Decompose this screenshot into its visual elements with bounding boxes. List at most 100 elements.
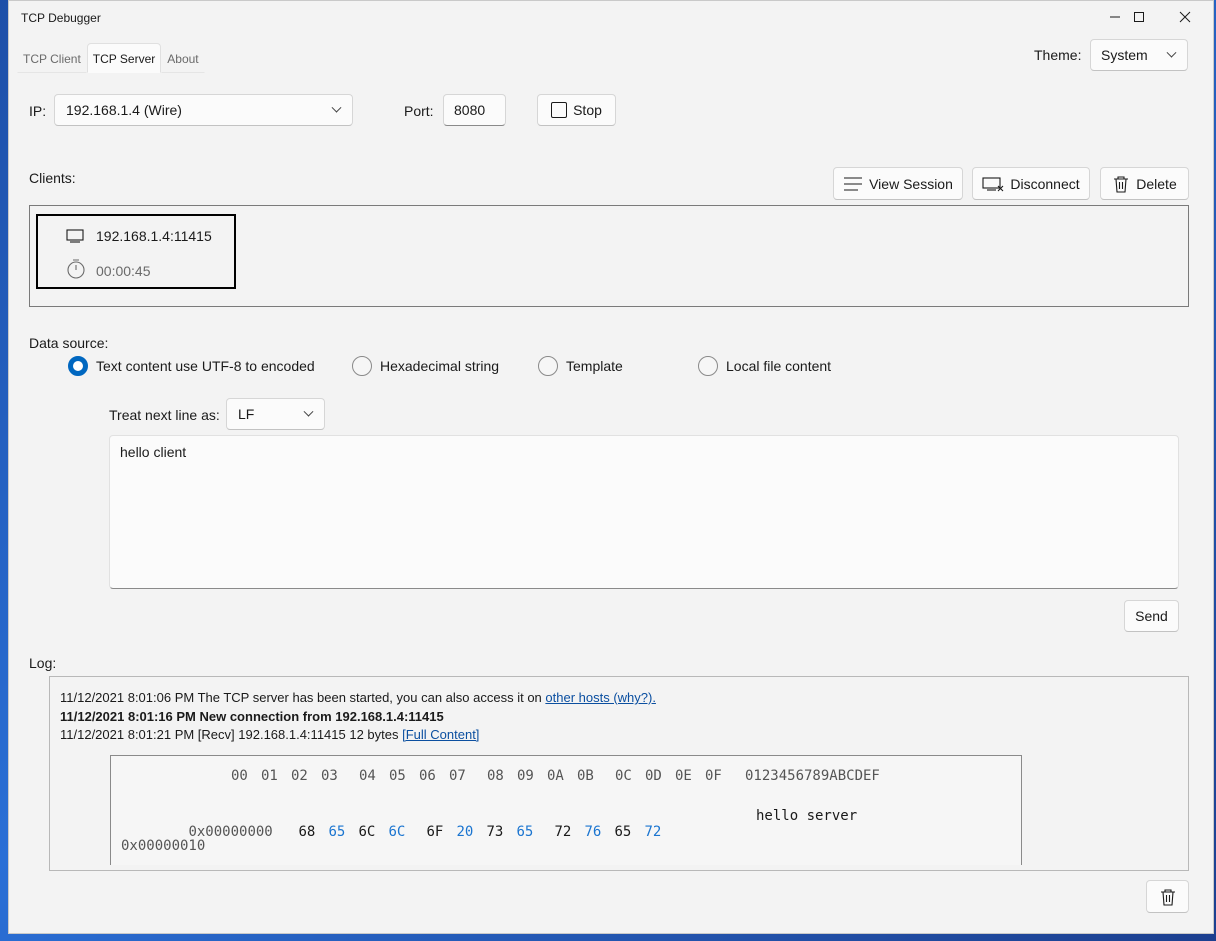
theme-value: System [1101,47,1148,63]
client-duration: 00:00:45 [96,263,151,279]
ip-label: IP: [29,103,47,119]
clients-list: 192.168.1.4:11415 00:00:45 [29,205,1189,307]
hex-byte: 01 [261,768,278,784]
hex-byte: 73 [486,824,504,840]
radio-local-file[interactable]: Local file content [698,356,831,376]
disconnect-button[interactable]: Disconnect [972,167,1090,200]
tab-bar: TCP Client TCP Server About [17,43,205,73]
hex-byte: 03 [321,768,338,784]
client-item[interactable]: 192.168.1.4:11415 00:00:45 [36,214,236,289]
log-panel: 11/12/2021 8:01:06 PM The TCP server has… [49,676,1189,871]
message-textarea[interactable]: hello client [109,435,1179,589]
hex-byte: 0A [547,768,564,784]
theme-select[interactable]: System [1090,39,1188,71]
clear-log-button[interactable] [1146,880,1189,913]
port-value: 8080 [454,102,486,118]
trash-icon [1160,888,1175,906]
hex-byte: 0C [615,768,632,784]
close-icon [1179,11,1191,23]
hex-byte: 72 [644,824,662,840]
log-entry: 11/12/2021 8:01:06 PM The TCP server has… [60,690,656,705]
app-window: TCP Debugger TCP Client TCP Server About… [8,0,1214,934]
hex-byte: 05 [389,768,406,784]
hex-byte: 08 [487,768,504,784]
hex-byte: 0E [675,768,692,784]
hex-byte: 76 [584,824,602,840]
ip-select[interactable]: 192.168.1.4 (Wire) [54,94,353,126]
tab-tcp-client[interactable]: TCP Client [17,43,87,73]
port-label: Port: [404,103,434,119]
hex-header: 00 01 02 03 04 05 06 07 08 09 0A 0B 0C 0D 0E 0F 01234567… [231,768,880,784]
send-button[interactable]: Send [1124,600,1179,632]
newline-select[interactable]: LF [226,398,325,430]
data-source-label: Data source: [29,335,109,351]
hex-byte: 00 [231,768,248,784]
tab-tcp-server[interactable]: TCP Server [86,43,162,73]
port-input[interactable]: 8080 [443,94,506,126]
tab-about[interactable]: About [161,43,205,73]
clients-label: Clients: [29,170,76,186]
hex-byte: 09 [517,768,534,784]
radio-label: Hexadecimal string [380,358,500,374]
log-entry-text: 11/12/2021 8:01:21 PM [Recv] 192.168.1.4… [60,727,403,742]
disconnect-label: Disconnect [1010,175,1080,192]
list-icon [844,176,863,191]
radio-icon [698,356,718,376]
stop-icon [551,102,568,118]
close-button[interactable] [1162,1,1208,33]
hex-byte: 0F [705,768,722,784]
newline-label: Treat next line as: [109,407,220,423]
hex-bytes: 68 65 6C 6C 6F 20 73 65 72 76 65 72 [298,824,674,840]
monitor-icon [66,229,84,243]
delete-button[interactable]: Delete [1100,167,1189,200]
ip-value: 192.168.1.4 (Wire) [66,102,182,118]
hex-byte: 0D [645,768,662,784]
radio-label: Text content use UTF-8 to encoded [96,358,315,374]
disconnect-monitor-icon [982,176,1004,191]
log-entry-text: 11/12/2021 8:01:06 PM The TCP server has… [60,690,546,705]
radio-hex-string[interactable]: Hexadecimal string [352,356,499,376]
hex-byte: 6F [426,824,444,840]
hex-byte: 65 [614,824,632,840]
trash-icon [1114,175,1129,193]
radio-template[interactable]: Template [538,356,623,376]
hex-byte: 02 [291,768,308,784]
window-title: TCP Debugger [21,11,101,25]
newline-value: LF [238,406,255,422]
hex-byte: 65 [328,824,346,840]
radio-text-utf8[interactable]: Text content use UTF-8 to encoded [68,356,315,376]
hex-offset: 0x00000010 [121,838,206,854]
hex-byte: 20 [456,824,474,840]
theme-label: Theme: [1034,47,1082,63]
radio-icon [352,356,372,376]
radio-selected-icon [68,356,88,376]
radio-icon [538,356,558,376]
stop-button[interactable]: Stop [537,94,616,126]
other-hosts-link[interactable]: other hosts (why?). [545,690,656,705]
full-content-link[interactable]: [Full Content] [402,727,479,742]
hex-byte: 72 [554,824,572,840]
log-label: Log: [29,655,57,671]
log-entry: 11/12/2021 8:01:21 PM [Recv] 192.168.1.4… [60,727,479,742]
hex-byte: 65 [516,824,534,840]
hex-byte: 68 [298,824,316,840]
stop-label: Stop [573,102,602,118]
maximize-button[interactable] [1116,1,1162,33]
stopwatch-icon [67,259,85,279]
delete-label: Delete [1136,175,1177,192]
client-address: 192.168.1.4:11415 [96,228,212,244]
hex-byte: 06 [419,768,436,784]
send-label: Send [1135,608,1168,624]
maximize-icon [1134,12,1144,22]
view-session-button[interactable]: View Session [833,167,963,200]
chevron-down-icon [1166,47,1177,58]
hex-byte: 6C [388,824,406,840]
hex-byte: 04 [359,768,376,784]
hex-dump: 00 01 02 03 04 05 06 07 08 09 0A 0B 0C 0D 0E 0F 01234567… [110,755,1022,865]
view-session-label: View Session [869,175,953,192]
hex-byte: 6C [358,824,376,840]
hex-byte: 07 [449,768,466,784]
chevron-down-icon [331,102,342,113]
chevron-down-icon [303,406,314,417]
radio-label: Template [566,358,623,374]
